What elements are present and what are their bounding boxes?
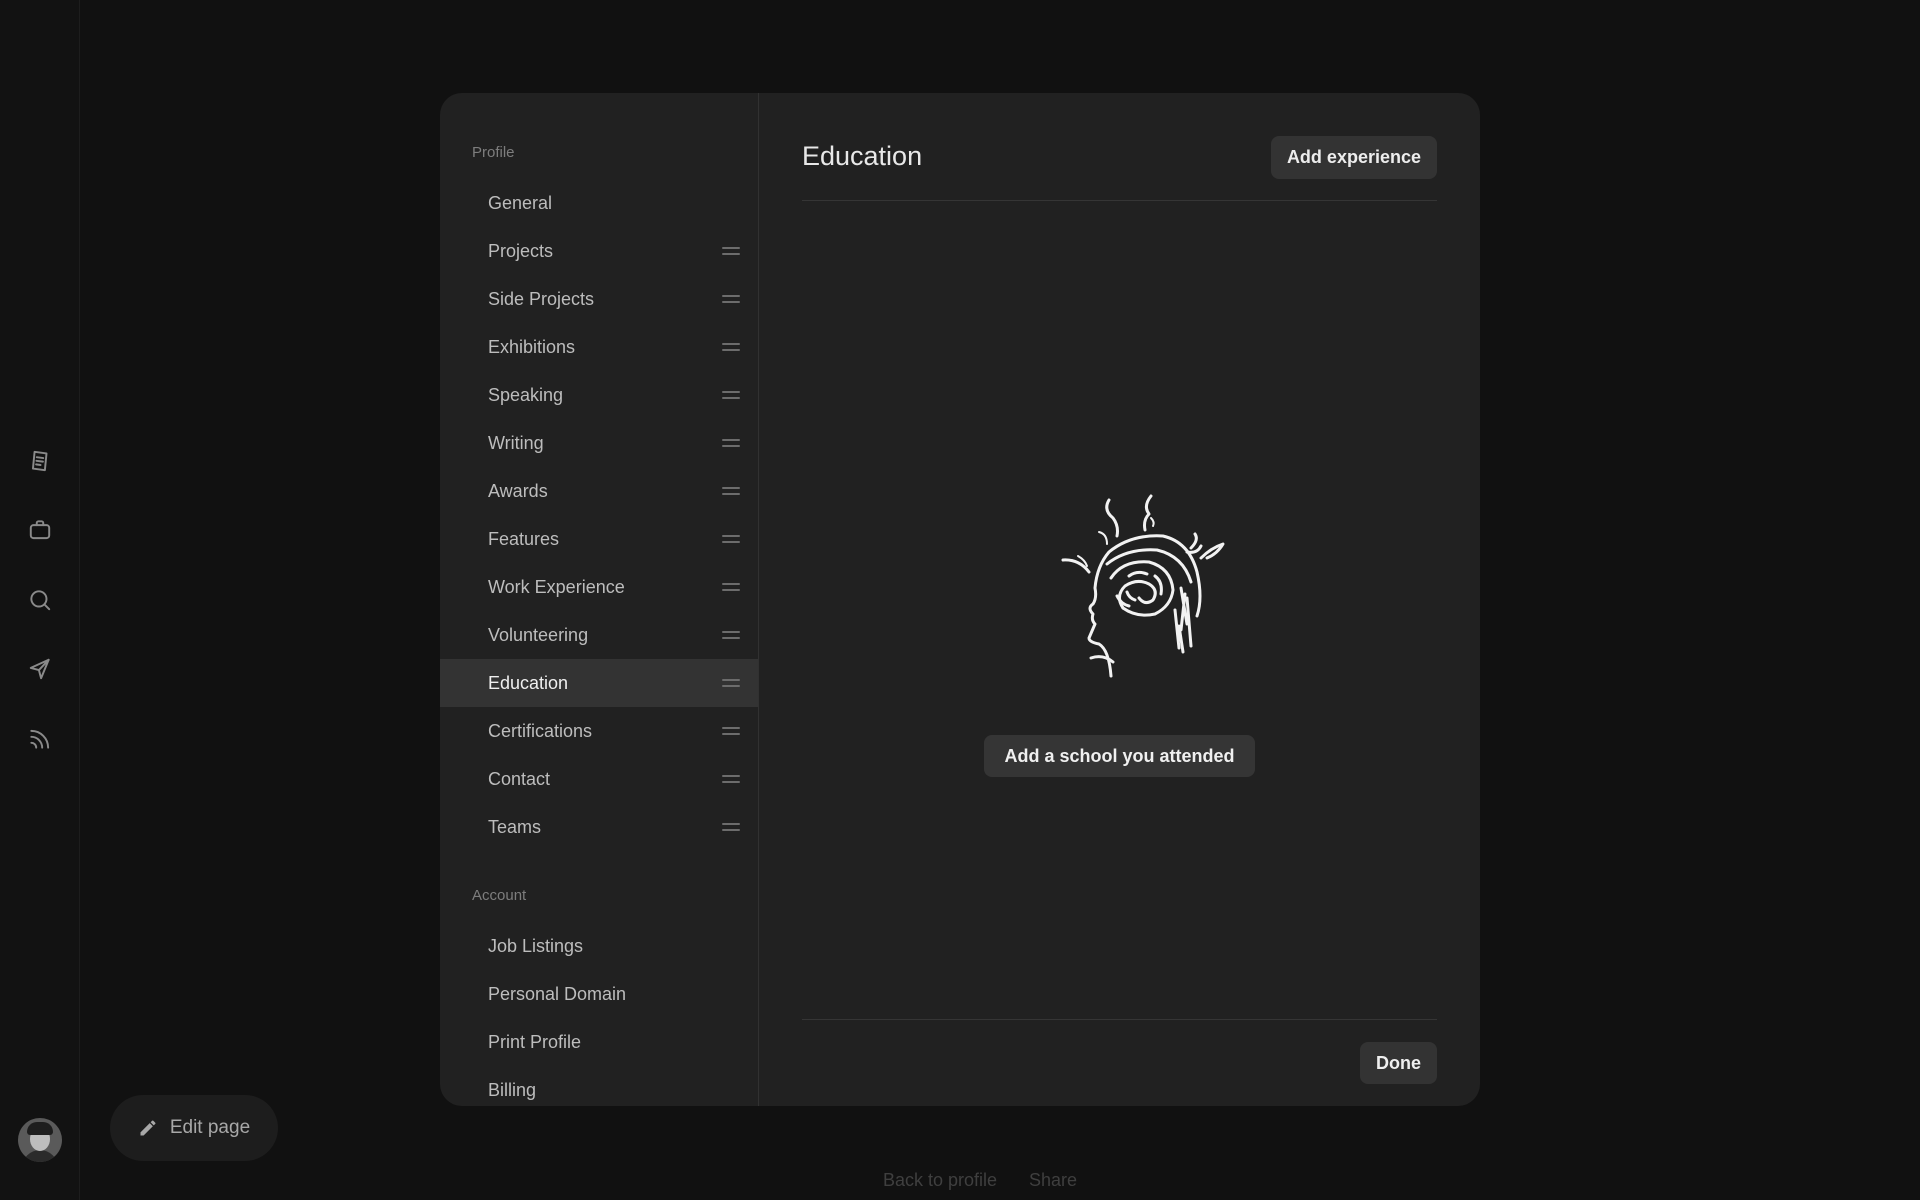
send-icon[interactable] [24, 653, 56, 685]
nav-list-account: Job Listings Personal Domain Print Profi… [440, 922, 758, 1106]
settings-content: Education Add experience Add a school yo… [759, 93, 1480, 1106]
side-rail [0, 0, 80, 1200]
nav-item-speaking[interactable]: Speaking [440, 371, 758, 419]
nav-item-volunteering[interactable]: Volunteering [440, 611, 758, 659]
nav-item-label: Print Profile [488, 1031, 582, 1052]
avatar-hair [27, 1122, 53, 1135]
nav-item-contact[interactable]: Contact [440, 755, 758, 803]
nav-list-profile: General Projects Side Projects Exhibitio… [440, 179, 758, 851]
notes-icon[interactable] [24, 445, 56, 477]
nav-item-awards[interactable]: Awards [440, 467, 758, 515]
nav-item-general[interactable]: General [440, 179, 758, 227]
nav-item-writing[interactable]: Writing [440, 419, 758, 467]
nav-item-work-experience[interactable]: Work Experience [440, 563, 758, 611]
nav-item-label: Projects [488, 240, 554, 261]
drag-handle-icon[interactable] [722, 582, 740, 592]
nav-item-label: Education [488, 672, 569, 693]
edit-page-button[interactable]: Edit page [110, 1095, 278, 1161]
header-divider [802, 200, 1437, 201]
add-experience-button[interactable]: Add experience [1270, 136, 1437, 179]
nav-item-label: Certifications [488, 720, 593, 741]
nav-item-billing[interactable]: Billing [440, 1066, 758, 1106]
page-title: Education [802, 141, 923, 171]
head-brain-icon [1061, 494, 1225, 678]
drag-handle-icon[interactable] [722, 726, 740, 736]
drag-handle-icon[interactable] [722, 438, 740, 448]
drag-handle-icon[interactable] [722, 294, 740, 304]
avatar[interactable] [18, 1118, 62, 1162]
nav-item-print-profile[interactable]: Print Profile [440, 1018, 758, 1066]
nav-item-label: Teams [488, 816, 542, 837]
drag-handle-icon[interactable] [722, 774, 740, 784]
nav-item-certifications[interactable]: Certifications [440, 707, 758, 755]
nav-item-label: Job Listings [488, 935, 584, 956]
nav-item-label: General [488, 192, 553, 213]
nav-item-education[interactable]: Education [440, 659, 758, 707]
footer-links: Back to profile Share [0, 1170, 1920, 1191]
nav-item-label: Side Projects [488, 288, 595, 309]
head-illustration [1011, 448, 1251, 708]
nav-item-label: Billing [488, 1079, 537, 1100]
nav-item-label: Personal Domain [488, 983, 627, 1004]
settings-nav: Profile General Projects Side Projects E… [440, 93, 759, 1106]
back-to-profile-link[interactable]: Back to profile [883, 1170, 997, 1191]
nav-item-label: Speaking [488, 384, 564, 405]
nav-section-profile: Profile [472, 144, 515, 161]
feed-icon[interactable] [24, 723, 56, 755]
drag-handle-icon[interactable] [722, 486, 740, 496]
edit-page-label: Edit page [169, 1117, 251, 1138]
nav-item-side-projects[interactable]: Side Projects [440, 275, 758, 323]
nav-item-label: Awards [488, 480, 548, 501]
nav-item-label: Features [488, 528, 560, 549]
search-icon[interactable] [24, 584, 56, 616]
nav-item-label: Exhibitions [488, 336, 576, 357]
drag-handle-icon[interactable] [722, 342, 740, 352]
footer-divider [802, 1019, 1437, 1020]
nav-section-account: Account [472, 887, 527, 904]
nav-item-label: Contact [488, 768, 551, 789]
done-button[interactable]: Done [1360, 1042, 1437, 1084]
nav-item-label: Work Experience [488, 576, 625, 597]
nav-item-projects[interactable]: Projects [440, 227, 758, 275]
add-school-button[interactable]: Add a school you attended [984, 735, 1255, 777]
drag-handle-icon[interactable] [722, 534, 740, 544]
drag-handle-icon[interactable] [722, 390, 740, 400]
nav-item-job-listings[interactable]: Job Listings [440, 922, 758, 970]
drag-handle-icon[interactable] [722, 822, 740, 832]
nav-item-teams[interactable]: Teams [440, 803, 758, 851]
nav-item-exhibitions[interactable]: Exhibitions [440, 323, 758, 371]
drag-handle-icon[interactable] [722, 630, 740, 640]
nav-item-label: Volunteering [488, 624, 589, 645]
nav-item-personal-domain[interactable]: Personal Domain [440, 970, 758, 1018]
share-link[interactable]: Share [1029, 1170, 1077, 1191]
drag-handle-icon[interactable] [722, 246, 740, 256]
briefcase-icon[interactable] [24, 514, 56, 546]
pencil-icon [140, 1120, 156, 1136]
drag-handle-icon[interactable] [722, 678, 740, 688]
settings-modal: Profile General Projects Side Projects E… [440, 93, 1480, 1106]
nav-item-label: Writing [488, 432, 544, 453]
nav-item-features[interactable]: Features [440, 515, 758, 563]
avatar-shoulders [22, 1150, 58, 1162]
